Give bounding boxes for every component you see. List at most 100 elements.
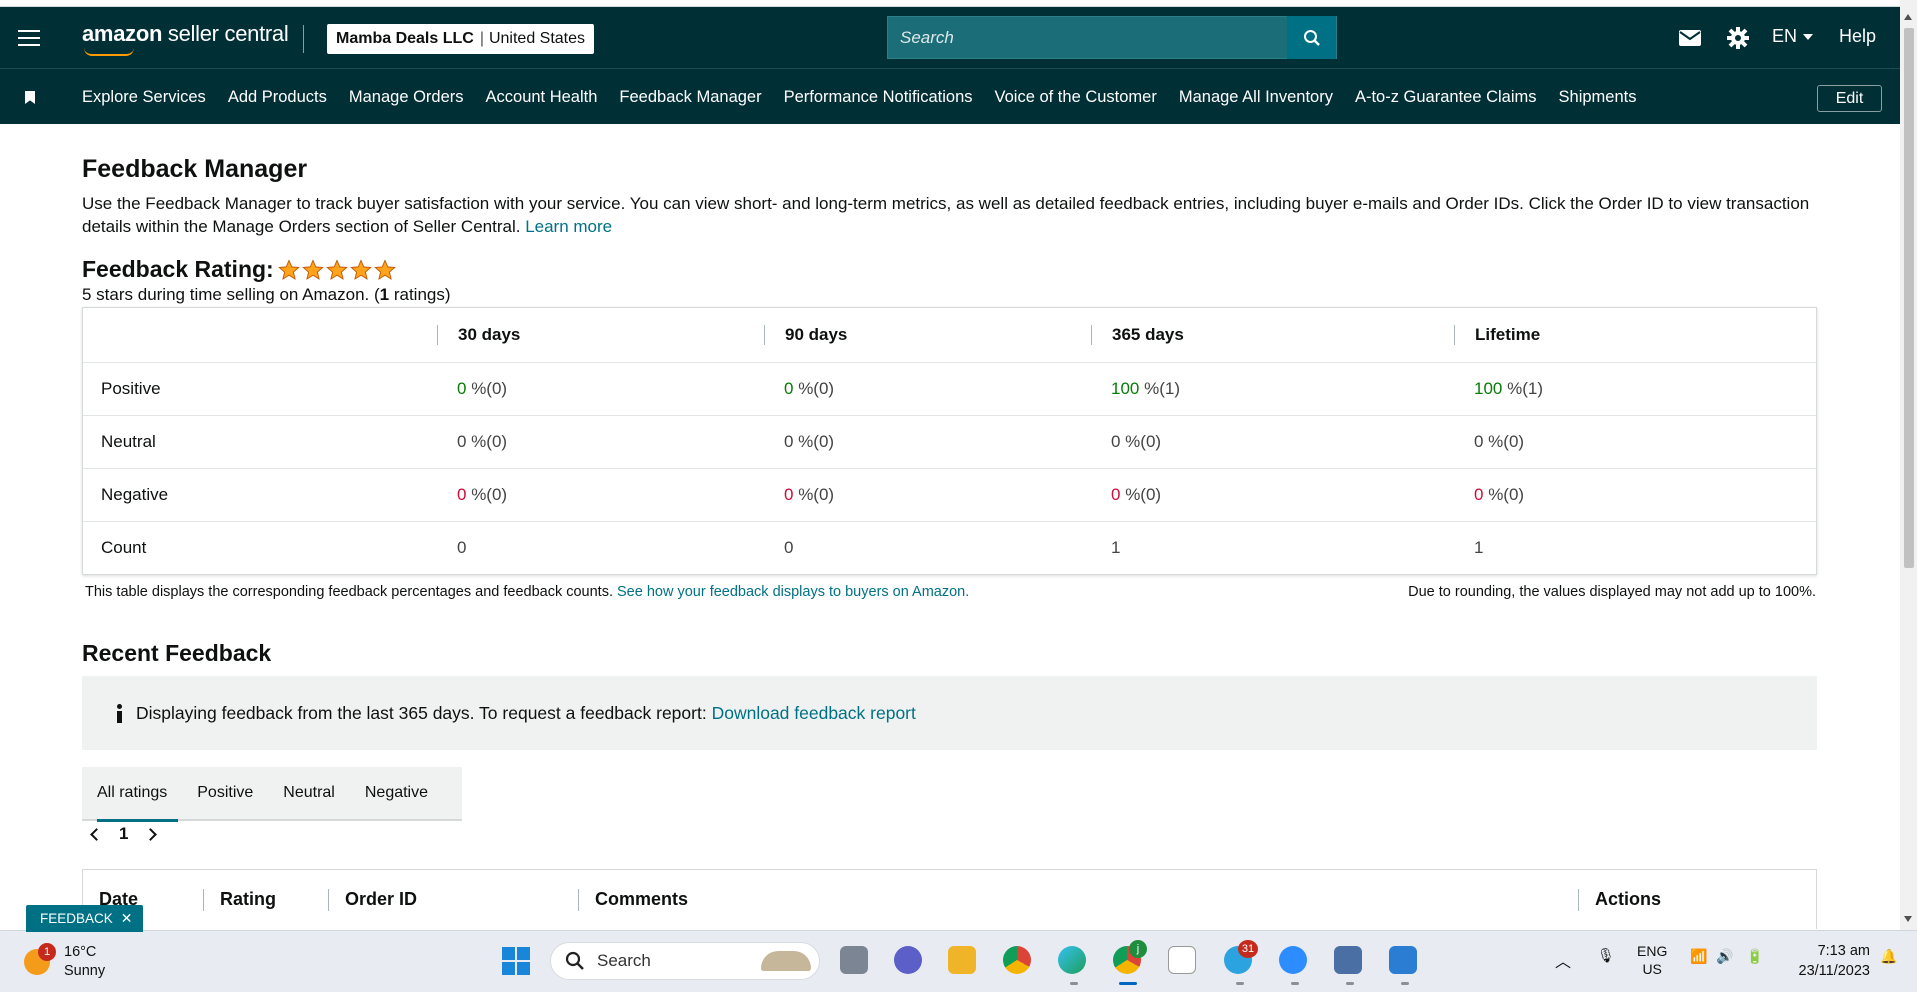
table-cell: 0 %(0) [784, 432, 835, 451]
microphone-icon[interactable]: 🎙 [1597, 947, 1615, 964]
current-page[interactable]: 1 [119, 824, 128, 844]
chevron-left-icon[interactable] [90, 827, 103, 841]
row-label: Positive [101, 379, 161, 398]
stock-chart-app-icon[interactable] [1168, 946, 1196, 974]
taskbar-search[interactable]: Search [550, 942, 820, 980]
feedback-metrics-table: 30 days 90 days 365 days Lifetime Positi… [82, 307, 1817, 575]
bookmark-nav: Explore Services Add Products Manage Ord… [0, 68, 1900, 124]
mail-icon[interactable] [1679, 30, 1701, 51]
table-cell: 0 [457, 538, 467, 557]
teams-chat-icon[interactable] [894, 946, 922, 974]
system-clock[interactable]: 7:13 am 23/11/2023 [1786, 941, 1871, 981]
tab-neutral[interactable]: Neutral [268, 766, 350, 820]
tab-all-ratings[interactable]: All ratings [82, 766, 182, 822]
active-indicator [1119, 982, 1137, 985]
windows-start-icon[interactable] [502, 947, 530, 975]
wifi-icon[interactable]: 📶 [1690, 948, 1707, 965]
close-icon[interactable]: ✕ [121, 910, 133, 927]
clock-time: 7:13 am [1817, 943, 1870, 959]
logo-bold: amazon [82, 21, 163, 46]
nav-items: Explore Services Add Products Manage Ord… [82, 69, 1659, 125]
search-input[interactable] [888, 17, 1287, 58]
scroll-down-icon[interactable] [1904, 916, 1912, 922]
page-scrollbar[interactable] [1900, 0, 1917, 930]
nav-account-health[interactable]: Account Health [486, 88, 598, 107]
column-30-days: 30 days [437, 325, 764, 345]
nav-feedback-manager[interactable]: Feedback Manager [619, 88, 761, 107]
help-link[interactable]: Help [1839, 26, 1876, 47]
feedback-widget-button[interactable]: FEEDBACK ✕ [26, 905, 143, 932]
cell-count: %(0) [466, 379, 508, 398]
seller-central-logo[interactable]: amazon seller central [82, 21, 289, 56]
input-language[interactable]: ENG US [1637, 942, 1667, 978]
nav-voice-of-customer[interactable]: Voice of the Customer [995, 88, 1157, 107]
nav-manage-all-inventory[interactable]: Manage All Inventory [1179, 88, 1333, 107]
table-cell: 1 [1111, 538, 1121, 557]
weather-condition: Sunny [64, 963, 106, 979]
table-cell: 0 %(0) [457, 432, 508, 451]
chrome-icon[interactable] [1003, 946, 1031, 974]
scroll-up-icon[interactable] [1904, 14, 1912, 20]
language-label: EN [1772, 26, 1798, 46]
feedback-display-link[interactable]: See how your feedback displays to buyers… [617, 584, 969, 600]
battery-icon[interactable]: 🔋 [1746, 948, 1763, 965]
cell-count: %(0) [793, 485, 835, 504]
task-view-icon[interactable] [840, 946, 868, 974]
cell-count: %(0) [1120, 485, 1162, 504]
weather-sun-icon: 1 [24, 943, 56, 975]
feedback-rating-label: Feedback Rating: [82, 256, 274, 282]
rating-tabs: All ratings Positive Neutral Negative [82, 766, 462, 822]
nav-a-to-z-claims[interactable]: A-to-z Guarantee Claims [1355, 88, 1537, 107]
table-cell: 1 [1474, 538, 1484, 557]
settings-icon[interactable] [1727, 27, 1749, 54]
telegram-icon[interactable]: 31 [1224, 940, 1258, 974]
notification-bell-icon[interactable]: 🔔 [1880, 948, 1897, 965]
tab-negative[interactable]: Negative [350, 766, 443, 820]
calculator-icon[interactable] [1334, 946, 1362, 974]
feedback-list-header: Date Rating Order ID Comments Actions [82, 869, 1817, 929]
notepad-icon[interactable] [1389, 946, 1417, 974]
cell-count: %(1) [1502, 379, 1543, 398]
weather-widget[interactable]: 1 16°C Sunny [24, 943, 105, 981]
menu-icon[interactable] [18, 30, 40, 46]
edge-icon[interactable] [1058, 946, 1086, 974]
star-icon [301, 258, 324, 280]
table-note: This table displays the corresponding fe… [85, 584, 969, 600]
download-report-link[interactable]: Download feedback report [712, 703, 916, 724]
edit-nav-button[interactable]: Edit [1817, 85, 1882, 112]
browser-top-strip [0, 0, 1917, 7]
column-rating[interactable]: Rating [203, 888, 328, 911]
nav-shipments[interactable]: Shipments [1559, 88, 1637, 107]
column-order-id[interactable]: Order ID [328, 888, 578, 911]
chevron-right-icon[interactable] [144, 827, 158, 841]
rating-summary-count: 1 [379, 285, 390, 304]
chevron-up-icon[interactable]: ︿ [1555, 948, 1571, 972]
volume-icon[interactable]: 🔊 [1716, 948, 1733, 965]
learn-more-link[interactable]: Learn more [525, 217, 612, 236]
info-icon [116, 703, 122, 723]
rating-summary-prefix: 5 stars during time selling on Amazon. ( [82, 285, 380, 304]
nav-performance-notifications[interactable]: Performance Notifications [784, 88, 973, 107]
file-explorer-icon[interactable] [948, 946, 976, 974]
nav-add-products[interactable]: Add Products [228, 88, 327, 107]
account-switcher[interactable]: Mamba Deals LLC | United States [327, 24, 595, 54]
search-button[interactable] [1287, 16, 1336, 59]
chrome-profile-icon[interactable]: j [1113, 940, 1147, 974]
zoom-icon[interactable] [1279, 946, 1307, 974]
account-pipe: | [479, 30, 484, 47]
tab-positive[interactable]: Positive [182, 766, 268, 820]
running-indicator [1401, 982, 1409, 985]
scroll-thumb[interactable] [1904, 28, 1914, 568]
table-header-empty [83, 325, 437, 345]
running-indicator [1070, 982, 1078, 985]
bookmark-icon[interactable] [25, 91, 35, 104]
column-comments[interactable]: Comments [578, 888, 1578, 911]
table-cell: 0 %(0) [764, 485, 1091, 505]
header-search [887, 16, 1337, 59]
table-cell: 0 %(0) [1091, 485, 1454, 505]
nav-manage-orders[interactable]: Manage Orders [349, 88, 464, 107]
language-selector[interactable]: EN [1772, 26, 1814, 47]
input-language-bottom: US [1642, 961, 1662, 977]
nav-explore-services[interactable]: Explore Services [82, 88, 206, 107]
search-icon [1303, 29, 1320, 46]
